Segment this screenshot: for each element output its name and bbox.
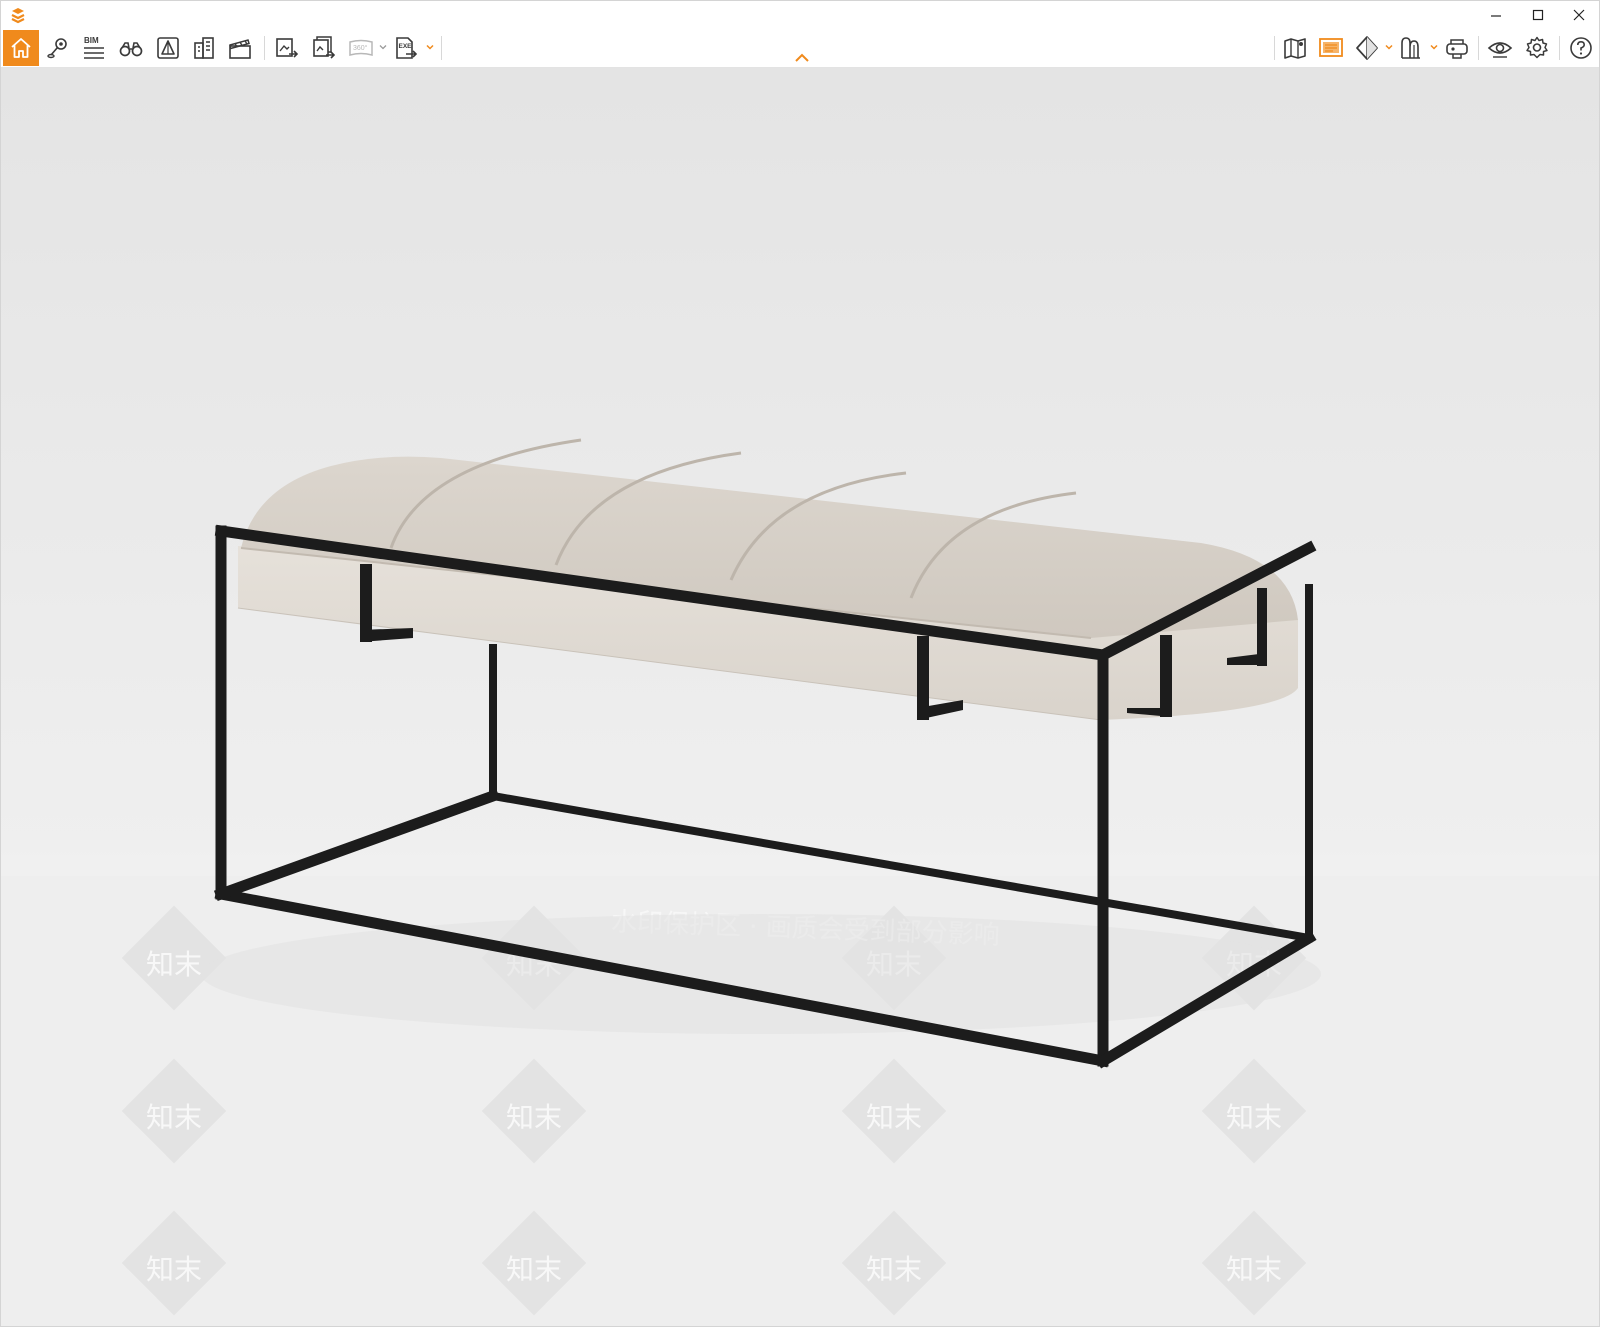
eye-icon — [1487, 42, 1513, 58]
gear-icon — [1526, 36, 1548, 59]
panorama-icon: 360° — [349, 39, 373, 56]
location-button[interactable] — [40, 30, 76, 66]
maximize-button[interactable] — [1516, 1, 1560, 29]
bench-model[interactable] — [1, 68, 1600, 1327]
toolbar-separator — [1559, 36, 1560, 60]
buildings-button[interactable] — [186, 30, 222, 66]
close-button[interactable] — [1557, 1, 1599, 29]
panorama-label: 360° — [353, 44, 368, 52]
render-button[interactable] — [1313, 30, 1349, 66]
help-icon — [1570, 37, 1592, 59]
home-button[interactable] — [3, 30, 39, 66]
map-button[interactable] — [1277, 30, 1313, 66]
panorama-dropdown-icon[interactable] — [378, 42, 388, 52]
title-bar — [1, 1, 1599, 29]
exe-label: EXE — [399, 43, 413, 50]
minimize-icon — [1491, 15, 1501, 17]
material-icon — [1401, 37, 1420, 59]
3d-viewport[interactable]: 知末 知末 知末 知末 知末 知末 知末 知末 知末 知末 知末 知末 水印保护… — [1, 68, 1600, 1327]
help-button[interactable] — [1563, 30, 1599, 66]
exe-export-icon: EXE — [396, 37, 418, 59]
binoculars-icon — [119, 42, 143, 57]
animation-button[interactable] — [222, 30, 258, 66]
material-dropdown-icon[interactable] — [1429, 42, 1439, 52]
bim-label: BIM — [84, 36, 99, 45]
batch-export-icon — [313, 36, 336, 59]
vr-icon — [1446, 39, 1468, 59]
minimize-button[interactable] — [1474, 1, 1518, 29]
location-pin-icon — [47, 38, 67, 59]
cube-icon — [1356, 36, 1378, 60]
panorama-button[interactable]: 360° — [343, 30, 379, 66]
section-icon — [157, 37, 179, 59]
section-button[interactable] — [150, 30, 186, 66]
material-button[interactable] — [1393, 30, 1429, 66]
export-image-button[interactable] — [269, 30, 305, 66]
exe-dropdown-icon[interactable] — [425, 42, 435, 52]
binoculars-button[interactable] — [113, 30, 149, 66]
exe-export-button[interactable]: EXE — [388, 30, 424, 66]
app-window: BIM 360° EXE 知末 知末 知末 知末 知末 知末 知末 知末 知末 — [0, 0, 1600, 1327]
clapper-icon — [229, 39, 251, 59]
toolbar-separator — [264, 36, 265, 60]
vr-button[interactable] — [1439, 30, 1475, 66]
app-logo-icon — [11, 8, 25, 24]
toolbar-separator — [1478, 36, 1479, 60]
visibility-button[interactable] — [1482, 30, 1518, 66]
maximize-icon — [1532, 9, 1544, 21]
settings-button[interactable] — [1519, 30, 1555, 66]
view-cube-button[interactable] — [1349, 30, 1385, 66]
batch-export-button[interactable] — [306, 30, 342, 66]
buildings-icon — [194, 37, 214, 59]
bim-icon: BIM — [84, 36, 104, 59]
close-icon — [1573, 9, 1585, 21]
export-image-icon — [276, 38, 299, 58]
collapse-toolbar-icon[interactable] — [792, 51, 812, 65]
map-icon — [1284, 38, 1306, 59]
bim-button[interactable]: BIM — [76, 30, 112, 66]
toolbar-separator — [1274, 36, 1275, 60]
render-icon — [1319, 38, 1343, 57]
toolbar-separator — [441, 36, 442, 60]
home-icon — [11, 38, 31, 58]
